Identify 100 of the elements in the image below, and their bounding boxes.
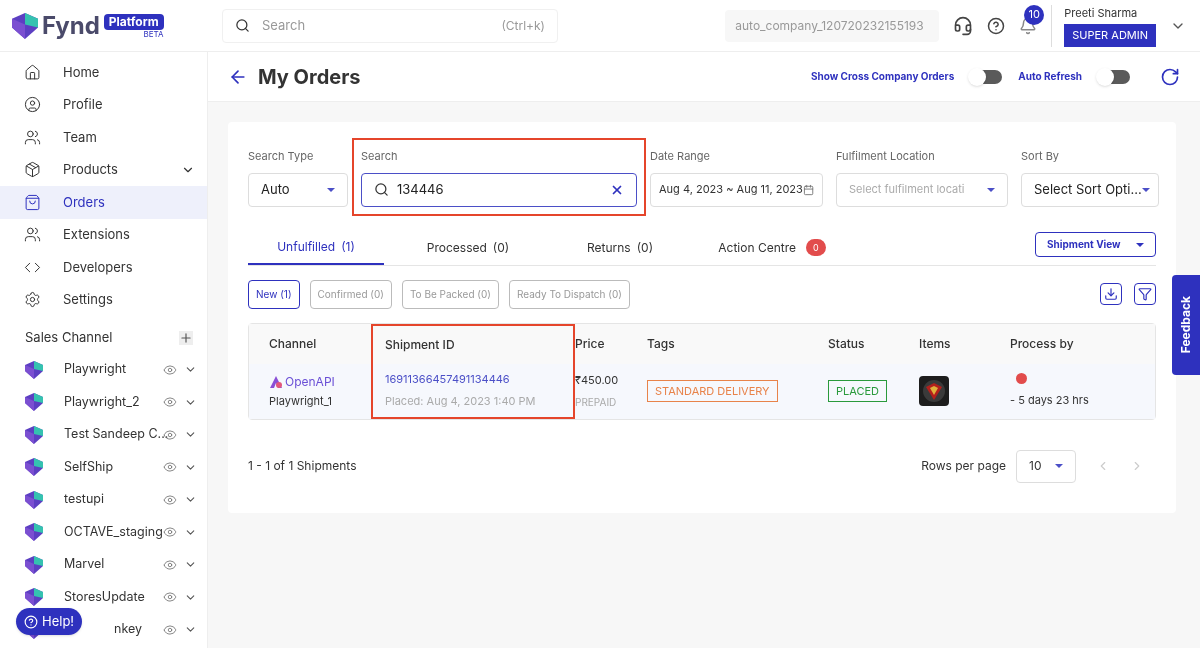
headset-icon[interactable] <box>953 15 974 36</box>
logo-icon <box>25 360 43 379</box>
help-icon <box>24 614 38 629</box>
notification-badge: 10 <box>1024 4 1045 25</box>
nav-item[interactable]: Products <box>0 153 207 186</box>
feedback-tab[interactable]: Feedback <box>1172 275 1200 375</box>
logo-icon <box>25 490 43 509</box>
caret-icon <box>1141 187 1150 192</box>
user-name: Preeti Sharma <box>1064 4 1139 21</box>
nav-item[interactable]: Developers <box>0 251 207 284</box>
price: ₹450.00 <box>575 372 620 389</box>
logo-icon <box>12 12 38 39</box>
channel-item[interactable]: Playwright <box>64 360 127 380</box>
filter-label: Sort By <box>1021 148 1061 165</box>
nav-item[interactable]: Profile <box>0 88 207 121</box>
caret-icon <box>1136 242 1144 247</box>
payment-mode: PREPAID <box>575 394 618 410</box>
shipment-id-link[interactable]: 16911366457491134446 <box>385 370 573 387</box>
users-icon <box>24 226 41 244</box>
nav-item[interactable]: Orders <box>0 186 207 219</box>
channel-item[interactable]: Test Sandeep C... <box>64 425 169 445</box>
column-header: Price <box>575 334 606 353</box>
refresh-icon[interactable] <box>1160 66 1180 87</box>
filter-icon[interactable] <box>1134 283 1156 305</box>
logo-icon <box>25 425 43 444</box>
channel-item[interactable]: StoresUpdate <box>64 587 145 607</box>
brand-name: Fynd <box>42 13 100 38</box>
filter-label: Search Type <box>248 148 315 165</box>
channel-source: OpenAPI <box>285 372 335 391</box>
filter-chip[interactable]: New (1) <box>248 279 300 309</box>
channel-item[interactable]: Marvel <box>64 555 105 575</box>
dropdown[interactable]: Auto <box>248 172 348 207</box>
search-icon <box>374 182 389 197</box>
tab[interactable]: Returns (0) <box>552 230 688 265</box>
channel-item[interactable]: Playwright_2 <box>64 392 140 412</box>
eye-icon[interactable] <box>163 460 177 475</box>
caret-icon <box>1055 464 1063 468</box>
filter-label: Fulfilment Location <box>836 148 936 165</box>
eye-icon[interactable] <box>163 557 177 572</box>
channel-name: Playwright_1 <box>269 392 334 410</box>
eye-icon[interactable] <box>163 590 177 605</box>
tab[interactable]: Action Centre 0 <box>704 230 840 265</box>
dropdown[interactable]: Select Sort Opti... <box>1021 172 1159 207</box>
eye-icon[interactable] <box>163 362 177 377</box>
eye-icon[interactable] <box>163 525 177 540</box>
nav-item[interactable]: Settings <box>0 283 207 316</box>
shopping-bag-icon <box>24 193 41 211</box>
download-icon[interactable] <box>1100 283 1122 305</box>
rows-per-page-dropdown[interactable]: 10 <box>1016 449 1076 483</box>
logo-icon <box>25 458 43 477</box>
users-icon <box>24 128 41 146</box>
beta-label: BETA <box>143 29 164 38</box>
toggle-label: Show Cross Company Orders <box>810 69 955 84</box>
shipment-view-dropdown[interactable]: Shipment View <box>1035 232 1156 257</box>
user-circle-icon <box>24 96 41 114</box>
filter-label: Date Range <box>650 148 711 165</box>
search-icon <box>235 18 250 33</box>
logo-icon <box>25 588 43 607</box>
date-range-field[interactable]: Aug 4, 2023 ~ Aug 11, 2023 <box>650 172 823 207</box>
nav-item[interactable]: Team <box>0 121 207 154</box>
channel-item[interactable]: testupi <box>64 490 104 510</box>
package-icon <box>24 161 41 179</box>
column-header: Status <box>828 334 866 353</box>
search-field[interactable]: 134446 <box>361 172 637 207</box>
logo-icon <box>25 393 43 412</box>
help-button[interactable]: Help! <box>16 608 83 635</box>
add-icon[interactable] <box>179 330 193 345</box>
platform-badge: Platform <box>103 13 164 30</box>
column-header: Channel <box>268 334 318 353</box>
toggle-label: Auto Refresh <box>1018 69 1082 84</box>
channel-item[interactable]: nkey <box>114 620 143 640</box>
nav-item[interactable]: Extensions <box>0 218 207 251</box>
channel-item[interactable]: OCTAVE_staging <box>64 522 163 542</box>
tab[interactable]: Processed (0) <box>400 230 536 265</box>
page-title: My Orders <box>258 63 361 91</box>
help-icon[interactable] <box>987 16 1006 35</box>
nav-item[interactable]: Home <box>0 56 207 89</box>
shortcut-hint: (Ctrl+k) <box>501 16 545 35</box>
channel-item[interactable]: SelfShip <box>64 457 114 477</box>
tab[interactable]: Unfulfilled (1) <box>248 230 384 265</box>
logo-icon <box>25 555 43 574</box>
rows-per-page-label: Rows per page <box>921 457 1006 475</box>
process-time: - 5 days 23 hrs <box>1010 392 1090 409</box>
eye-icon[interactable] <box>163 395 177 410</box>
placed-date: Placed: Aug 4, 2023 1:40 PM <box>385 393 537 410</box>
settings-icon <box>24 291 41 309</box>
column-header: Tags <box>647 334 676 353</box>
caret-icon <box>327 187 335 192</box>
eye-icon[interactable] <box>163 622 177 637</box>
search-value: 134446 <box>397 179 445 199</box>
openapi-logo-icon <box>269 374 283 389</box>
calendar-icon <box>802 182 814 197</box>
role-badge: SUPER ADMIN <box>1064 24 1156 47</box>
home-icon <box>24 63 41 81</box>
column-header: Items <box>919 334 952 353</box>
count-badge: 0 <box>806 238 826 257</box>
section-title: Sales Channel <box>25 328 113 347</box>
column-header: Process by <box>1010 334 1075 353</box>
eye-icon[interactable] <box>163 492 177 507</box>
caret-icon <box>987 187 995 192</box>
